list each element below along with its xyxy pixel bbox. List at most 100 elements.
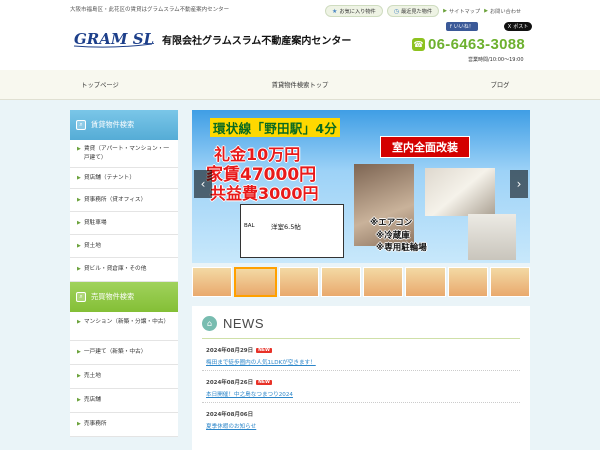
- floor-plan-balcony: BAL: [244, 223, 255, 229]
- news-heading: ⌂ NEWS: [202, 316, 520, 331]
- home-icon: ⌂: [202, 316, 217, 331]
- sidebar-item-label: 一戸建て（新築・中古）: [83, 349, 147, 355]
- news-title: NEWS: [223, 316, 264, 331]
- news-date-row: 2024年08月29日 NEW: [206, 346, 520, 354]
- sidebar-item-rental-building[interactable]: ▶ 貸ビル・貸倉庫・その他: [70, 258, 178, 282]
- slider-thumbnail[interactable]: [320, 267, 361, 297]
- news-date-row: 2024年08月26日 NEW: [206, 378, 520, 386]
- sidebar-item-label: 売店舗: [83, 397, 101, 403]
- facebook-like-button[interactable]: f いいね！: [446, 22, 478, 31]
- new-badge: NEW: [256, 347, 272, 353]
- sidebar-item-rental-parking[interactable]: ▶ 貸駐車場: [70, 212, 178, 235]
- news-section: ⌂ NEWS 2024年08月29日 NEW 梅田まで徒歩圏内の人気1LDKが空…: [192, 306, 530, 450]
- social-buttons: f いいね！ X ポスト: [446, 22, 533, 31]
- sidebar-item-label: 賃貸（アパート・マンション・一戸建て）: [83, 146, 170, 161]
- property-photo-kitchen: [425, 168, 495, 216]
- sitemap-label: サイトマップ: [448, 8, 481, 15]
- phone-number[interactable]: ☎ 06-6463-3088: [412, 36, 525, 53]
- business-hours: 営業時間/10:00～19:00: [468, 57, 524, 63]
- nav-rental-search-top[interactable]: 賃貸物件検索トップ: [200, 70, 400, 99]
- site-logo[interactable]: GRAM SLAM: [72, 26, 183, 48]
- sale-search-heading: ⌕ 売買物件検索: [70, 282, 178, 312]
- triangle-right-icon: ▶: [77, 373, 81, 379]
- nav-top-page[interactable]: トップページ: [0, 70, 200, 99]
- triangle-right-icon: ▶: [484, 8, 488, 14]
- site-tagline: 大阪市福島区・此花区の賃貸はグラムスラム不動産案内センター: [70, 7, 230, 13]
- news-link[interactable]: 本日開催！中之島なつまつり2024: [206, 390, 520, 398]
- sidebar-item-sale-house[interactable]: ▶ 一戸建て（新築・中古）: [70, 341, 178, 365]
- property-slider[interactable]: 環状線「野田駅」4分 礼金10万円 家賃47000円 共益費3000円 室内全面…: [192, 110, 530, 263]
- sidebar-item-label: 貸店舗（テナント）: [83, 175, 136, 181]
- sidebar-item-rental-store[interactable]: ▶ 貸店舗（テナント）: [70, 168, 178, 189]
- triangle-right-icon: ▶: [77, 266, 81, 272]
- slide-common-fee: 共益費3000円: [210, 184, 319, 203]
- x-icon: X: [507, 23, 512, 30]
- sidebar-item-rental-land[interactable]: ▶ 貸土地: [70, 235, 178, 258]
- triangle-right-icon: ▶: [77, 421, 81, 427]
- top-links: ★ お気に入り物件 ◷ 最近見た物件 ▶ サイトマップ ▶ お問い合わせ: [325, 5, 521, 17]
- contact-label: お問い合わせ: [489, 8, 522, 15]
- sidebar-item-label: 貸駐車場: [83, 220, 107, 226]
- news-item: 2024年08月26日 NEW 本日開催！中之島なつまつり2024: [202, 371, 520, 403]
- news-date-row: 2024年08月06日: [206, 410, 520, 418]
- slider-thumbnail[interactable]: [192, 267, 233, 297]
- sidebar-item-sale-office[interactable]: ▶ 売事務所: [70, 413, 178, 437]
- sidebar-item-label: 貸土地: [83, 243, 101, 249]
- slider-thumbnails: [192, 267, 530, 297]
- sidebar-item-rental-office[interactable]: ▶ 貸事務所（貸オフィス）: [70, 189, 178, 212]
- sidebar-item-label: 売土地: [83, 373, 101, 379]
- facebook-like-label: いいね！: [453, 24, 474, 30]
- sitemap-link[interactable]: ▶ サイトマップ: [443, 8, 480, 15]
- nav-blog[interactable]: ブログ: [400, 70, 600, 99]
- sidebar-item-label: 貸ビル・貸倉庫・その他: [83, 266, 147, 272]
- star-icon: ★: [332, 7, 338, 15]
- slider-thumbnail-active[interactable]: [234, 267, 277, 297]
- triangle-right-icon: ▶: [77, 197, 81, 203]
- favorites-button[interactable]: ★ お気に入り物件: [325, 5, 383, 17]
- recently-viewed-label: 最近見た物件: [400, 8, 433, 15]
- sidebar-item-sale-land[interactable]: ▶ 売土地: [70, 365, 178, 389]
- sidebar-item-sale-store[interactable]: ▶ 売店舗: [70, 389, 178, 413]
- news-date: 2024年08月29日: [206, 348, 254, 354]
- sidebar-item-rental-housing[interactable]: ▶ 賃貸（アパート・マンション・一戸建て）: [70, 140, 178, 168]
- favorites-label: お気に入り物件: [339, 8, 376, 15]
- news-link[interactable]: 夏季休暇のお知らせ: [206, 422, 520, 430]
- contact-link[interactable]: ▶ お問い合わせ: [484, 8, 521, 15]
- phone-icon: ☎: [412, 38, 425, 51]
- site-header: 大阪市福島区・此花区の賃貸はグラムスラム不動産案内センター GRAM SLAM …: [0, 0, 600, 70]
- news-item: 2024年08月29日 NEW 梅田まで徒歩圏内の人気1LDKが空きます！: [202, 339, 520, 371]
- slide-renovated-badge: 室内全面改装: [380, 136, 470, 158]
- news-link[interactable]: 梅田まで徒歩圏内の人気1LDKが空きます！: [206, 358, 520, 366]
- recently-viewed-button[interactable]: ◷ 最近見た物件: [386, 5, 440, 17]
- search-icon: ⌕: [76, 120, 86, 130]
- slider-thumbnail[interactable]: [363, 267, 404, 297]
- x-post-button[interactable]: X ポスト: [503, 22, 533, 31]
- triangle-right-icon: ▶: [77, 319, 81, 325]
- slide-title: 環状線「野田駅」4分: [210, 118, 341, 137]
- slider-thumbnail[interactable]: [278, 267, 319, 297]
- search-icon: ⌕: [76, 292, 86, 302]
- slide-amenity-bike: ※専用駐輪場: [376, 243, 427, 253]
- slider-thumbnail[interactable]: [447, 267, 488, 297]
- rental-search-title: 賃貸物件検索: [91, 120, 135, 129]
- slider-next-button[interactable]: ›: [510, 170, 528, 198]
- news-date: 2024年08月26日: [206, 380, 254, 386]
- sidebar-item-label: マンション（新築・分譲・中古）: [83, 319, 170, 325]
- slider-prev-button[interactable]: ‹: [194, 170, 212, 198]
- floor-plan-room: 洋室6.5帖: [271, 223, 301, 231]
- triangle-right-icon: ▶: [77, 146, 81, 152]
- facebook-icon: f: [450, 23, 452, 30]
- company-name: 有限会社グラムスラム不動産案内センター: [162, 36, 352, 47]
- slider-thumbnail[interactable]: [489, 267, 530, 297]
- triangle-right-icon: ▶: [77, 175, 81, 181]
- gram-slam-logo-icon: GRAM SLAM: [73, 30, 183, 48]
- slider-thumbnail[interactable]: [405, 267, 446, 297]
- rental-search-heading: ⌕ 賃貸物件検索: [70, 110, 178, 140]
- sidebar-item-label: 貸事務所（貸オフィス）: [83, 197, 147, 203]
- sidebar: ⌕ 賃貸物件検索 ▶ 賃貸（アパート・マンション・一戸建て） ▶ 貸店舗（テナン…: [70, 110, 178, 437]
- sidebar-item-sale-condo[interactable]: ▶ マンション（新築・分譲・中古）: [70, 312, 178, 341]
- news-item: 2024年08月06日 夏季休暇のお知らせ: [202, 403, 520, 434]
- slide-amenity-aircon: ※エアコン: [370, 218, 413, 228]
- triangle-right-icon: ▶: [77, 220, 81, 226]
- content-wrapper: ⌕ 賃貸物件検索 ▶ 賃貸（アパート・マンション・一戸建て） ▶ 貸店舗（テナン…: [70, 110, 530, 450]
